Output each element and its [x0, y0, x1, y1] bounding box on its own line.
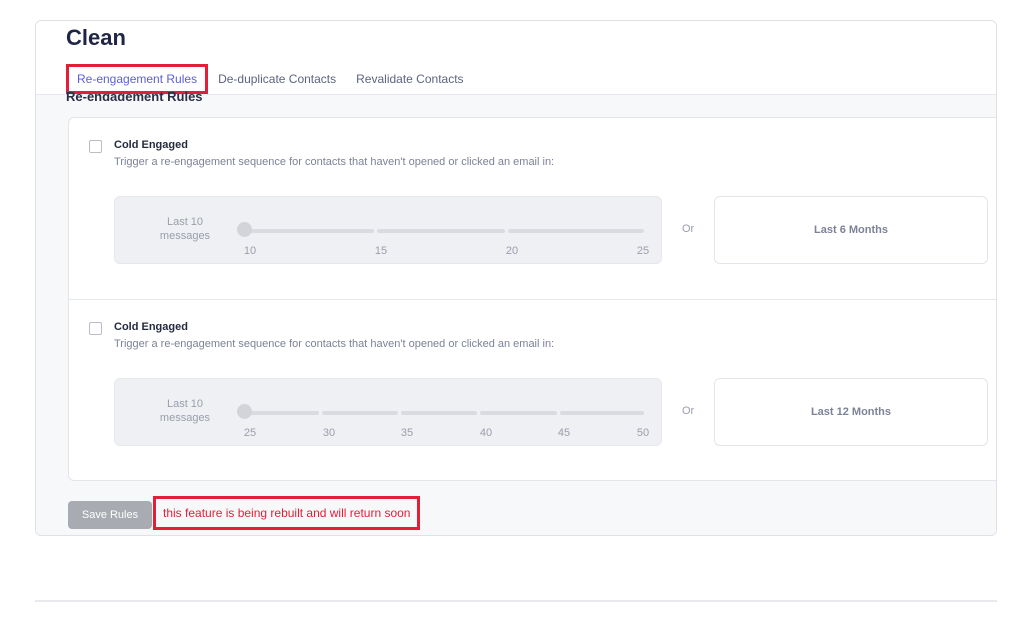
rule-checkbox[interactable] [89, 322, 102, 335]
slider-tick: 10 [243, 245, 257, 257]
tab-de-duplicate-contacts[interactable]: De-duplicate Contacts [208, 72, 346, 86]
rule-title: Cold Engaged [114, 139, 188, 151]
rule-checkbox[interactable] [89, 140, 102, 153]
rule-description: Trigger a re-engagement sequence for con… [114, 338, 555, 350]
rule-item: Cold Engaged Trigger a re-engagement seq… [69, 300, 996, 480]
period-select[interactable]: Last 12 Months [714, 378, 988, 446]
footer-bar: Save Rules this feature is being rebuilt… [36, 495, 996, 535]
or-label: Or [682, 223, 695, 235]
message-slider: Last 10 messages 25 30 35 40 45 50 [114, 378, 662, 446]
slider-label: Last 10 messages [159, 216, 211, 242]
slider-tick: 35 [400, 427, 414, 439]
slider-tick: 25 [636, 245, 650, 257]
slider-tick: 40 [479, 427, 493, 439]
slider-tick: 15 [374, 245, 388, 257]
slider-track[interactable] [243, 411, 644, 415]
slider-tick: 45 [557, 427, 571, 439]
clean-card: Clean Re-engagement Rules De-duplicate C… [35, 20, 997, 536]
page-title: Clean [66, 25, 126, 50]
slider-thumb[interactable] [237, 222, 252, 237]
rule-description: Trigger a re-engagement sequence for con… [114, 156, 555, 168]
slider-label: Last 10 messages [159, 398, 211, 424]
period-select[interactable]: Last 6 Months [714, 196, 988, 264]
message-slider: Last 10 messages 10 15 20 25 [114, 196, 662, 264]
rule-item: Cold Engaged Trigger a re-engagement seq… [69, 118, 996, 298]
slider-tick: 25 [243, 427, 257, 439]
or-label: Or [682, 405, 695, 417]
rule-title: Cold Engaged [114, 321, 188, 333]
rules-list: Cold Engaged Trigger a re-engagement seq… [68, 117, 996, 481]
section-heading: Re-engagement Rules [66, 89, 203, 101]
page-divider [35, 600, 997, 602]
slider-thumb[interactable] [237, 404, 252, 419]
slider-tick: 50 [636, 427, 650, 439]
rebuild-notice: this feature is being rebuilt and will r… [153, 496, 421, 530]
slider-tick: 20 [505, 245, 519, 257]
tab-revalidate-contacts[interactable]: Revalidate Contacts [346, 72, 473, 86]
save-rules-button[interactable]: Save Rules [68, 501, 152, 529]
slider-track[interactable] [243, 229, 644, 233]
slider-tick: 30 [322, 427, 336, 439]
re-engagement-panel: Re-engagement Rules Cold Engaged Trigger… [36, 89, 996, 535]
